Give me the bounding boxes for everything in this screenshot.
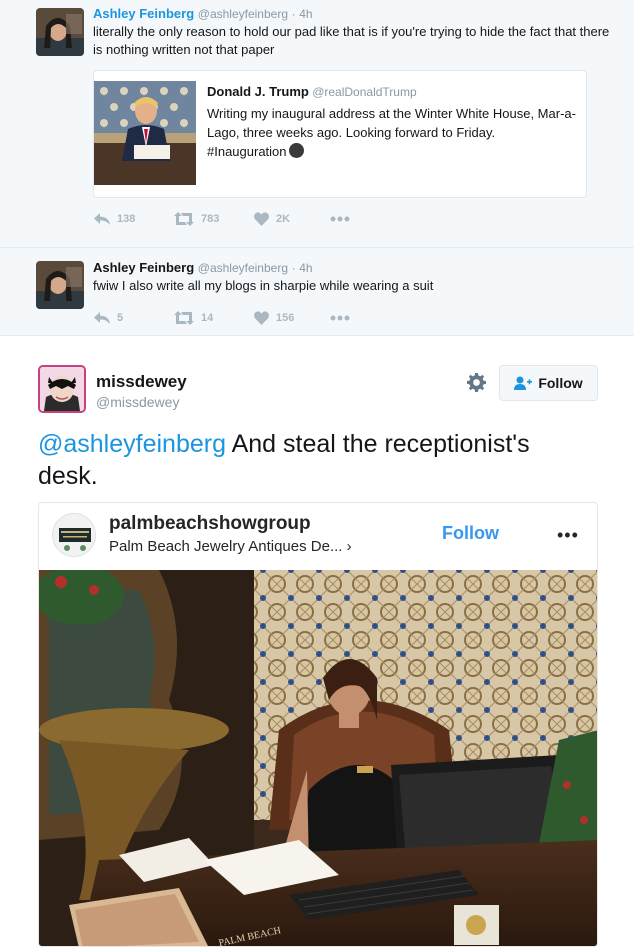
more-icon xyxy=(330,315,350,321)
author-name[interactable]: Ashley Feinberg xyxy=(93,6,194,21)
more-button[interactable] xyxy=(330,216,350,222)
quoted-tweet-image xyxy=(94,81,196,185)
main-tweet: missdewey @missdewey Follow @ashleyfeinb… xyxy=(0,336,634,947)
gear-icon[interactable] xyxy=(467,373,486,392)
retweet-icon xyxy=(174,311,194,325)
author-name[interactable]: missdewey xyxy=(96,372,187,392)
quoted-tweet[interactable]: Donald J. Trump @realDonaldTrump Writing… xyxy=(93,70,587,198)
retweet-button[interactable]: 783 xyxy=(174,212,254,226)
author-handle[interactable]: @missdewey xyxy=(96,394,179,410)
timestamp[interactable]: 4h xyxy=(299,261,312,275)
like-button[interactable]: 156 xyxy=(254,311,330,325)
retweet-count: 14 xyxy=(201,312,214,324)
instagram-follow-button[interactable]: Follow xyxy=(442,523,499,544)
timestamp[interactable]: 4h xyxy=(299,7,312,21)
instagram-more-icon[interactable]: ••• xyxy=(557,525,579,546)
like-count: 2K xyxy=(276,213,291,225)
retweet-icon xyxy=(174,212,194,226)
more-icon xyxy=(330,216,350,222)
instagram-photo[interactable]: PALM BEACH xyxy=(39,570,598,947)
avatar[interactable] xyxy=(36,8,84,56)
mention-link[interactable]: @ashleyfeinberg xyxy=(38,430,226,458)
follow-label: Follow xyxy=(538,375,583,391)
quoted-text-body: Writing my inaugural address at the Wint… xyxy=(207,106,576,159)
tweet: Ashley Feinberg @ashleyfeinberg · 4h lit… xyxy=(0,0,634,247)
separator-dot: · xyxy=(291,7,296,21)
tweet-text: @ashleyfeinberg And steal the receptioni… xyxy=(38,428,578,492)
tweet: Ashley Feinberg @ashleyfeinberg · 4h fwi… xyxy=(0,247,634,335)
like-button[interactable]: 2K xyxy=(254,212,330,226)
more-button[interactable] xyxy=(330,315,350,321)
instagram-avatar[interactable] xyxy=(52,513,96,557)
quoted-author-handle[interactable]: @realDonaldTrump xyxy=(312,85,416,99)
author-handle[interactable]: @ashleyfeinberg xyxy=(198,261,288,275)
instagram-embed[interactable]: palmbeachshowgroup Palm Beach Jewelry An… xyxy=(38,502,598,947)
reply-button[interactable]: 5 xyxy=(94,311,174,325)
follow-button[interactable]: Follow xyxy=(499,365,598,401)
reply-icon xyxy=(94,213,110,225)
quoted-author-name[interactable]: Donald J. Trump xyxy=(207,84,309,99)
like-count: 156 xyxy=(276,312,295,324)
author-name[interactable]: Ashley Feinberg xyxy=(93,260,194,275)
reply-button[interactable]: 138 xyxy=(94,212,174,226)
inauguration-emoji-icon xyxy=(288,143,304,158)
retweet-button[interactable]: 14 xyxy=(174,311,254,325)
quoted-tweet-text: Writing my inaugural address at the Wint… xyxy=(207,104,576,161)
instagram-location[interactable]: Palm Beach Jewelry Antiques De... › xyxy=(109,538,352,555)
tweet-actions: 138 783 2K xyxy=(94,208,618,230)
separator-dot: · xyxy=(291,261,296,275)
tweet-actions: 5 14 156 xyxy=(94,307,618,329)
conversation-thread: Ashley Feinberg @ashleyfeinberg · 4h lit… xyxy=(0,0,634,336)
reply-count: 138 xyxy=(117,213,136,225)
instagram-username[interactable]: palmbeachshowgroup xyxy=(109,513,311,535)
heart-icon xyxy=(254,212,269,226)
author-handle[interactable]: @ashleyfeinberg xyxy=(198,7,288,21)
tweet-text: fwiw I also write all my blogs in sharpi… xyxy=(93,278,434,293)
avatar[interactable] xyxy=(38,365,86,413)
tweet-text: literally the only reason to hold our pa… xyxy=(93,24,610,57)
add-user-icon xyxy=(514,376,533,390)
reply-icon xyxy=(94,312,110,324)
retweet-count: 783 xyxy=(201,213,220,225)
avatar[interactable] xyxy=(36,261,84,309)
reply-count: 5 xyxy=(117,312,124,324)
heart-icon xyxy=(254,311,269,325)
